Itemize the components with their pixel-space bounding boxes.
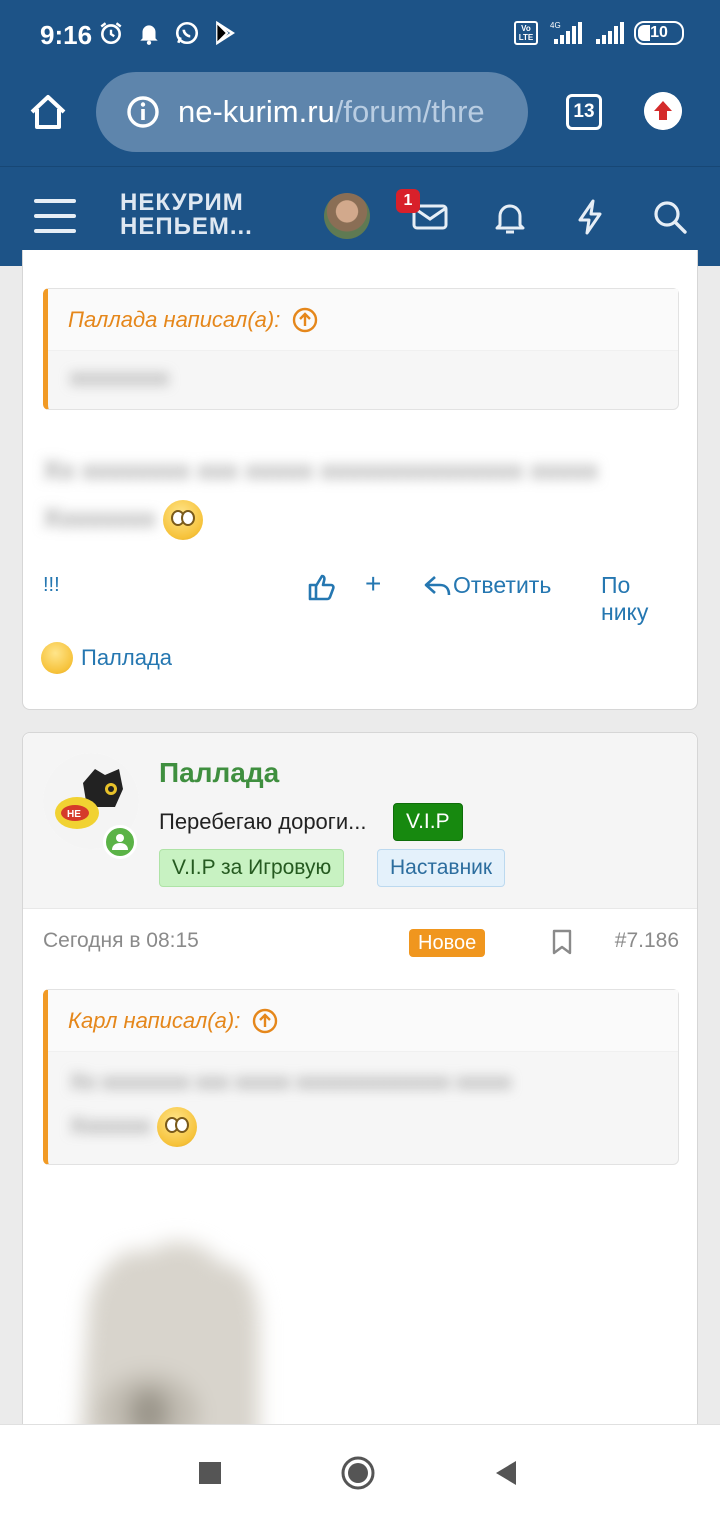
battery-icon: 10 bbox=[634, 21, 684, 45]
svg-text:НЕ: НЕ bbox=[67, 809, 81, 820]
quote-by-nick-link[interactable]: По нику bbox=[601, 572, 679, 626]
url-text[interactable]: ne-kurim.ru/forum/thre bbox=[178, 94, 485, 130]
like-thumb-icon[interactable] bbox=[307, 572, 337, 602]
user-banner-vip: V.I.P bbox=[393, 803, 463, 841]
battery-level: 10 bbox=[650, 24, 668, 41]
status-notification-icons bbox=[98, 20, 238, 46]
user-title: Перебегаю дороги... bbox=[159, 809, 367, 834]
inbox-badge: 1 bbox=[396, 189, 420, 213]
quote-text: Xx xxxxxxxx xxx xxxxx xxxxxxxxxxxxxx xxx… bbox=[48, 1052, 678, 1156]
quote-block: Карл написал(а): Xx xxxxxxxx xxx xxxxx x… bbox=[43, 989, 679, 1165]
jump-to-quote-icon[interactable] bbox=[292, 307, 318, 333]
post-date[interactable]: Сегодня в 08:15 bbox=[43, 929, 199, 952]
status-bar: 9:16 Vo LTE 4G 10 bbox=[0, 0, 720, 70]
whatsapp-icon bbox=[175, 21, 199, 45]
reactions-summary[interactable]: Паллада bbox=[41, 642, 172, 674]
reaction-user[interactable]: Паллада bbox=[81, 645, 172, 671]
home-icon[interactable] bbox=[26, 90, 70, 134]
whats-new-lightning-icon[interactable] bbox=[570, 197, 610, 237]
post-user-block: НЕ Паллада Перебегаю дороги... V.I.P V.I… bbox=[23, 733, 697, 909]
quote-author: Карл написал(а): bbox=[68, 1007, 241, 1033]
logo-line-1: НЕКУРИМ bbox=[120, 189, 244, 216]
tab-switcher-button[interactable]: 13 bbox=[566, 94, 602, 130]
svg-text:4G: 4G bbox=[550, 21, 561, 30]
url-host: ne-kurim.ru bbox=[178, 94, 335, 129]
post-card: Паллада написал(а): xxxxxxxxx Xx xxxxxxx… bbox=[22, 250, 698, 710]
signal-icon bbox=[596, 22, 624, 44]
post-card: НЕ Паллада Перебегаю дороги... V.I.P V.I… bbox=[22, 732, 698, 1453]
signal-4g-icon: 4G bbox=[550, 21, 582, 44]
rolling-eyes-emoji-icon bbox=[163, 499, 204, 540]
alerts-bell-icon[interactable] bbox=[490, 197, 530, 237]
status-time: 9:16 bbox=[40, 20, 93, 50]
post-meta: Сегодня в 08:15 Новое #7.186 bbox=[43, 929, 679, 965]
system-navigation-bar bbox=[0, 1424, 720, 1520]
update-arrow-icon[interactable] bbox=[644, 92, 682, 130]
quote-text: xxxxxxxxx bbox=[70, 365, 169, 390]
jump-to-quote-icon[interactable] bbox=[252, 1008, 278, 1034]
reply-label: Ответить bbox=[453, 572, 552, 598]
play-store-icon bbox=[216, 20, 235, 46]
volte-icon: Vo LTE bbox=[514, 21, 538, 45]
hamburger-menu-icon[interactable] bbox=[34, 199, 76, 235]
post-body: Xx xxxxxxxx xxx xxxxx xxxxxxxxxxxxxxx xx… bbox=[43, 446, 679, 542]
back-triangle-icon[interactable] bbox=[490, 1455, 526, 1491]
info-icon[interactable] bbox=[126, 95, 160, 129]
alarm-icon bbox=[100, 22, 122, 45]
account-avatar[interactable] bbox=[324, 193, 370, 239]
user-banner-mentor: Наставник bbox=[377, 849, 506, 887]
post-body-line: Xxxxxxxx bbox=[43, 503, 156, 533]
post-actions: !!! + Ответить По нику bbox=[43, 568, 679, 625]
home-circle-icon[interactable] bbox=[340, 1455, 376, 1491]
status-system-icons: Vo LTE 4G 10 bbox=[514, 20, 684, 46]
online-status-icon bbox=[103, 825, 137, 859]
username[interactable]: Паллада bbox=[159, 757, 279, 789]
reply-arrow-icon bbox=[424, 575, 451, 595]
quote-header[interactable]: Паллада написал(а): bbox=[48, 289, 678, 351]
bookmark-icon[interactable] bbox=[551, 929, 573, 955]
post-number[interactable]: #7.186 bbox=[615, 929, 679, 953]
quote-block: Паллада написал(а): xxxxxxxxx bbox=[43, 288, 679, 410]
url-bar[interactable]: ne-kurim.ru/forum/thre bbox=[96, 72, 528, 152]
user-banner-vip-game: V.I.P за Игровую bbox=[159, 849, 345, 887]
report-link[interactable]: !!! bbox=[43, 574, 60, 597]
quote-text-line: Xx xxxxxxxx xxx xxxxx xxxxxxxxxxxxxx xxx… bbox=[70, 1069, 512, 1094]
quote-text-line: Xxxxxxx bbox=[70, 1113, 151, 1138]
add-reaction-button[interactable]: + bbox=[365, 568, 381, 600]
quote-header[interactable]: Карл написал(а): bbox=[48, 990, 678, 1052]
forum-logo[interactable]: НЕКУРИМ НЕПЬЕМ... bbox=[120, 191, 253, 239]
url-path: /forum/thre bbox=[334, 94, 485, 129]
reply-button[interactable]: Ответить bbox=[423, 572, 551, 599]
search-icon[interactable] bbox=[650, 197, 690, 237]
bell-notification-icon bbox=[140, 25, 158, 45]
rolling-eyes-emoji-icon bbox=[156, 1107, 197, 1148]
attached-image[interactable] bbox=[49, 1213, 299, 1453]
laughing-emoji-icon bbox=[41, 642, 73, 674]
new-badge: Новое bbox=[409, 929, 486, 957]
post-body-line: Xx xxxxxxxx xxx xxxxx xxxxxxxxxxxxxxx xx… bbox=[43, 455, 599, 485]
browser-toolbar: ne-kurim.ru/forum/thre 13 bbox=[0, 70, 720, 166]
logo-line-2: НЕПЬЕМ... bbox=[120, 213, 253, 240]
recent-apps-square-icon[interactable] bbox=[192, 1455, 228, 1491]
quote-author: Паллада написал(а): bbox=[68, 306, 281, 332]
